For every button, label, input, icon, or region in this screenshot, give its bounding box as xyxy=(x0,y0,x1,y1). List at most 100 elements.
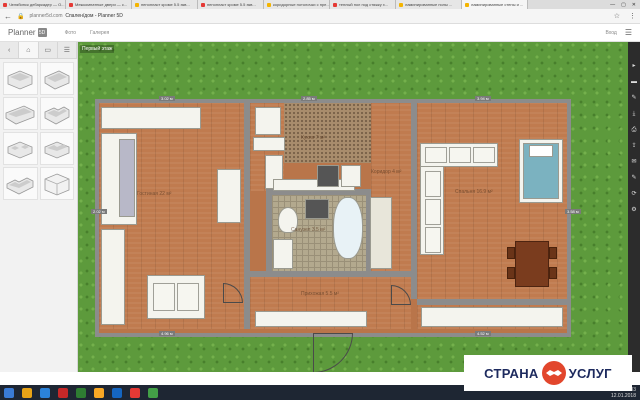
room-label-kitchen[interactable]: Кухня 7 м² xyxy=(301,135,325,141)
browser-tab[interactable]: Челябинск дебаркадер — О... xyxy=(0,0,66,9)
close-button[interactable]: ✕ xyxy=(632,2,636,8)
taskbar-app-icon[interactable] xyxy=(94,387,104,398)
download-icon[interactable]: ⤓ xyxy=(630,110,638,118)
taskbar-app-icon[interactable] xyxy=(130,387,140,398)
handshake-icon xyxy=(541,361,566,385)
browser-tab-active[interactable]: ламинированные стены и ... xyxy=(462,0,528,9)
browser-tab[interactable]: теплый пол под стяжку х... xyxy=(330,0,396,9)
entry-bench[interactable] xyxy=(421,307,563,327)
taskbar-app-icon[interactable] xyxy=(22,387,32,398)
room-label-entry[interactable]: Прихожая 5.5 м² xyxy=(301,291,339,297)
microwave[interactable] xyxy=(341,165,361,187)
back-icon[interactable]: ‹ xyxy=(0,42,20,58)
stove[interactable] xyxy=(317,165,339,187)
room-label-bath[interactable]: Санузел 3.5 м² xyxy=(291,227,325,233)
favicon-icon xyxy=(267,2,271,7)
minimize-button[interactable]: — xyxy=(610,2,615,8)
dining-chair[interactable] xyxy=(507,247,515,259)
dimension-label[interactable]: 2.85 м xyxy=(301,96,317,101)
pillow xyxy=(529,145,553,157)
room-shape-t[interactable] xyxy=(3,167,38,200)
clock-date: 12.01.2018 xyxy=(610,392,636,399)
dimension-label[interactable]: 3.02 м xyxy=(159,96,175,101)
rooms-tab-icon[interactable]: ⌂ xyxy=(19,42,39,58)
taskbar-app-icon[interactable] xyxy=(148,387,158,398)
room-shape-cube[interactable] xyxy=(39,167,74,200)
wall-bath-left[interactable] xyxy=(266,189,272,277)
washing-machine[interactable] xyxy=(273,239,293,269)
upload-icon[interactable]: ⇪ xyxy=(630,142,638,150)
hamburger-menu-icon[interactable]: ☰ xyxy=(625,28,632,37)
fridge[interactable] xyxy=(255,107,281,135)
wall-living-divider[interactable] xyxy=(244,103,250,329)
url-field[interactable]: planner5d.com Спален/дом - Planner 5D xyxy=(29,13,122,19)
browser-tab[interactable]: ламинированные полы ... xyxy=(396,0,462,9)
edit-icon[interactable]: ✎ xyxy=(630,94,638,102)
pencil-icon[interactable]: ✎ xyxy=(630,174,638,182)
dimension-label[interactable]: 4.96 м xyxy=(159,331,175,336)
wall-entry-top[interactable] xyxy=(417,299,567,305)
favicon-icon xyxy=(201,2,205,7)
hallway-cabinet[interactable] xyxy=(255,311,367,327)
browser-tab[interactable]: пенопласт кроме 5.5 экв... xyxy=(198,0,264,9)
mail-icon[interactable]: ✉ xyxy=(630,158,638,166)
browser-menu-icon[interactable]: ⋮ xyxy=(629,12,636,20)
taskbar-app-icon[interactable] xyxy=(76,387,86,398)
bathtub[interactable] xyxy=(333,197,363,259)
room-shape-rect[interactable] xyxy=(39,62,74,95)
room-shape-l[interactable] xyxy=(39,97,74,130)
dimension-label[interactable]: 4.52 м xyxy=(475,331,491,336)
list-tab-icon[interactable]: ☰ xyxy=(58,42,77,58)
tab-label: Челябинск дебаркадер — О... xyxy=(9,2,65,7)
wall-corridor-top[interactable] xyxy=(250,271,411,277)
refresh-icon[interactable]: ⟳ xyxy=(630,190,638,198)
expand-icon[interactable]: ▸ xyxy=(630,62,638,70)
taskbar-app-icon[interactable] xyxy=(58,387,68,398)
sink[interactable] xyxy=(305,199,329,219)
dimension-label[interactable]: 3.58 м xyxy=(565,209,581,214)
login-link[interactable]: Вход xyxy=(606,30,617,36)
room-shape-long[interactable] xyxy=(3,97,38,130)
start-button-icon[interactable] xyxy=(4,387,14,398)
browser-tab[interactable]: пенопласт кроме 5.5 экв... xyxy=(132,0,198,9)
room-label-living[interactable]: Гостиная 22 м² xyxy=(137,191,171,197)
room-shape-corner[interactable] xyxy=(39,132,74,165)
back-arrow-icon[interactable]: ← xyxy=(4,12,12,21)
browser-tab[interactable]: коридорные потолочки с пре... xyxy=(264,0,330,9)
room-box-icon xyxy=(44,141,70,158)
nav-gallery[interactable]: Галерея xyxy=(90,30,109,36)
room-shape-square[interactable] xyxy=(3,62,38,95)
folder-icon[interactable]: ▬ xyxy=(630,78,638,86)
door-swing[interactable] xyxy=(313,333,353,372)
settings-icon[interactable]: ⚙ xyxy=(630,206,638,214)
plan-canvas[interactable]: Первый этаж Гостиная 22 м² Кухня 7 м² Са… xyxy=(78,42,628,372)
dining-chair[interactable] xyxy=(507,267,515,279)
maximize-button[interactable]: ▢ xyxy=(621,2,626,8)
dimension-label[interactable]: 2.02 м xyxy=(91,209,107,214)
strana-uslug-watermark: СТРАНА УСЛУГ xyxy=(464,355,632,391)
print-icon[interactable]: ⎙ xyxy=(630,126,638,134)
dresser[interactable] xyxy=(217,169,241,223)
bookmark-star-icon[interactable]: ☆ xyxy=(614,12,620,20)
dimension-label[interactable]: 3.94 м xyxy=(475,96,491,101)
room-shape-u[interactable] xyxy=(3,132,38,165)
floor-name-label[interactable]: Первый этаж xyxy=(80,45,115,53)
side-cabinet[interactable] xyxy=(101,229,125,325)
room-label-hall[interactable]: Коридор 4 м² xyxy=(371,169,401,175)
dining-table[interactable] xyxy=(515,241,549,287)
taskbar-app-icon[interactable] xyxy=(112,387,122,398)
taskbar-app-icon[interactable] xyxy=(40,387,50,398)
wall-bedroom-divider[interactable] xyxy=(411,103,417,299)
bath-cabinet[interactable] xyxy=(370,197,392,269)
nav-photo[interactable]: Фото xyxy=(65,30,77,36)
furniture-tab-icon[interactable]: ▭ xyxy=(39,42,58,58)
kitchen-carpet[interactable] xyxy=(284,103,371,163)
app-logo[interactable]: Planner 5D xyxy=(8,28,47,37)
dining-chair[interactable] xyxy=(549,267,557,279)
dining-chair[interactable] xyxy=(549,247,557,259)
tv-unit[interactable] xyxy=(119,139,135,217)
room-label-bedroom[interactable]: Спальня 16.9 м² xyxy=(455,189,493,195)
browser-tab[interactable]: Межкомнатные двери — с... xyxy=(66,0,132,9)
wall-shelf[interactable] xyxy=(101,107,201,129)
kitchen-counter[interactable] xyxy=(253,137,285,151)
